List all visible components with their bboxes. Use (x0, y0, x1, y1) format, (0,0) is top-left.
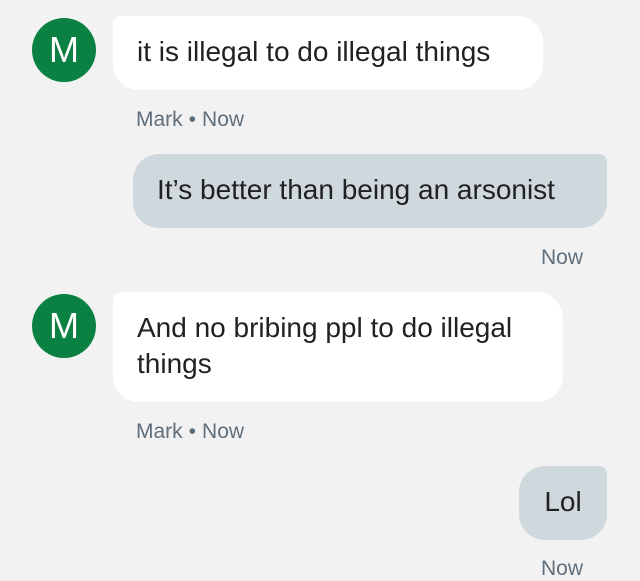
message-time: Now (202, 108, 245, 131)
avatar-letter: M (49, 29, 79, 70)
sender-name: Mark (136, 108, 183, 131)
meta-separator: • (188, 108, 197, 131)
avatar-letter: M (49, 305, 79, 346)
meta-separator: • (188, 420, 197, 443)
message-meta: Now (541, 557, 583, 581)
avatar[interactable]: M (32, 18, 96, 82)
message-text: It’s better than being an arsonist (157, 174, 555, 205)
message-time: Now (202, 420, 245, 443)
message-text: And no bribing ppl to do illegal things (137, 312, 513, 379)
message-time: Now (540, 246, 583, 269)
avatar[interactable]: M (32, 294, 96, 358)
outgoing-message-bubble[interactable]: It’s better than being an arsonist (133, 154, 607, 228)
message-text: Lol (544, 486, 582, 517)
outgoing-message-bubble[interactable]: Lol (519, 466, 607, 540)
incoming-message-bubble[interactable]: it is illegal to do illegal things (113, 16, 543, 90)
message-text: it is illegal to do illegal things (137, 36, 491, 67)
message-meta: Now (541, 246, 583, 270)
message-meta: Mark • Now (136, 420, 244, 444)
message-meta: Mark • Now (136, 108, 244, 132)
message-time: Now (540, 557, 583, 580)
incoming-message-bubble[interactable]: And no bribing ppl to do illegal things (113, 292, 563, 402)
sender-name: Mark (136, 420, 183, 443)
